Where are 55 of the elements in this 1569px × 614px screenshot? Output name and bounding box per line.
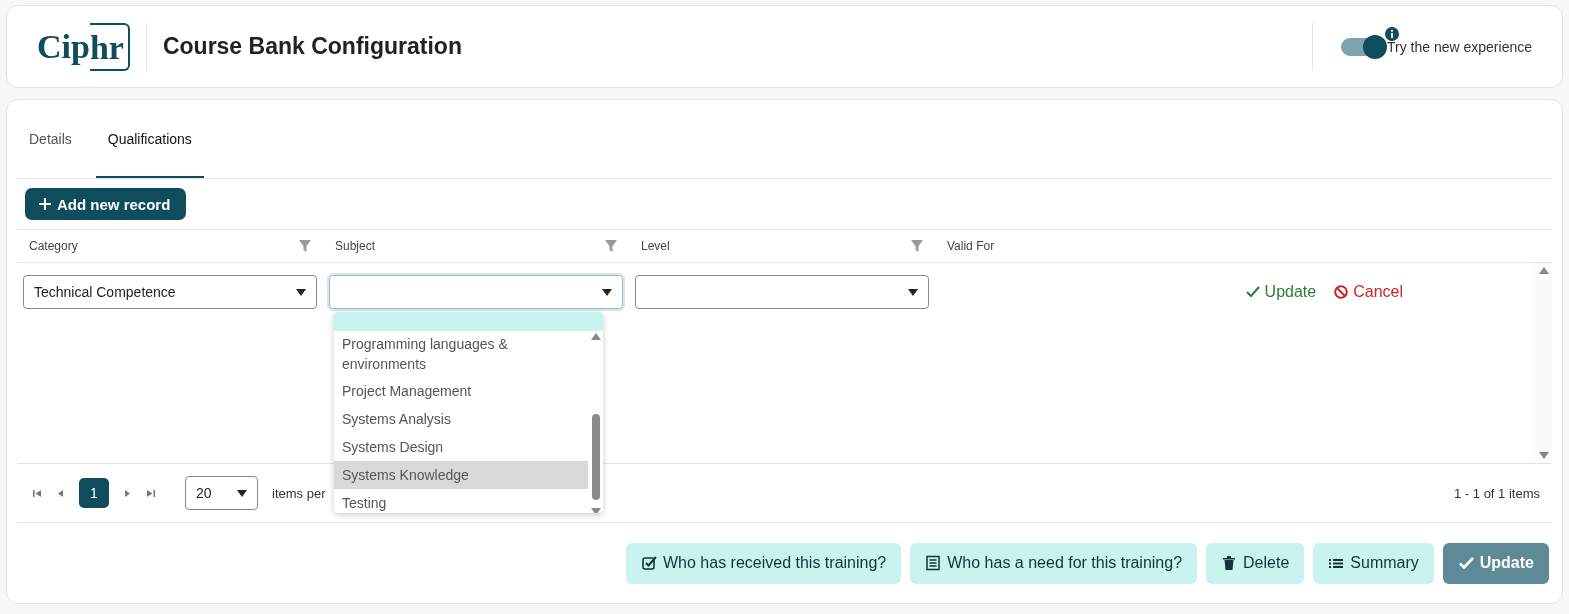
dropdown-field[interactable]: Technical Competence (23, 275, 317, 309)
logo: Ciphr (37, 22, 147, 71)
action-button[interactable]: Who has a need for this training? (910, 542, 1198, 584)
toggle-label: Try the new experience (1387, 38, 1532, 55)
dropdown-option[interactable]: Project Management (334, 377, 588, 405)
add-record-button[interactable]: Add new record (25, 188, 187, 220)
action-button[interactable]: Who has received this training? (626, 542, 902, 584)
first-page-icon[interactable] (33, 488, 42, 498)
dropdown-option[interactable]: Systems Design (334, 433, 588, 461)
filter-icon[interactable] (605, 240, 617, 252)
scroll-down-icon (1538, 452, 1549, 459)
prohibited-icon (1334, 285, 1349, 299)
update-link[interactable]: Update (1245, 283, 1317, 301)
filter-icon[interactable] (299, 240, 311, 252)
scroll-up-icon (1538, 267, 1549, 274)
previous-page-icon[interactable] (56, 488, 65, 498)
caret-down-icon (237, 489, 247, 497)
checkbox-icon (641, 555, 657, 571)
last-page-icon[interactable] (146, 488, 155, 498)
page-button[interactable]: 1 (79, 478, 109, 508)
caret-down-icon (602, 288, 612, 296)
caret-down-icon (908, 288, 918, 296)
cancel-link[interactable]: Cancel (1334, 283, 1403, 301)
action-button[interactable]: Summary (1313, 542, 1434, 584)
scrollbar[interactable] (1535, 263, 1552, 463)
list-document-icon (925, 555, 942, 571)
check-icon (1457, 555, 1474, 571)
column-header: Valid For (947, 239, 995, 253)
dropdown-option[interactable]: Systems Knowledge (334, 461, 588, 489)
caret-down-icon (296, 288, 306, 296)
dropdown-field[interactable] (635, 275, 929, 309)
update-button[interactable]: Update (1442, 542, 1549, 584)
page-size-dropdown[interactable]: 20 (185, 476, 258, 510)
column-header: Subject (335, 239, 376, 253)
scroll-up-icon (590, 333, 601, 340)
dropdown-field[interactable] (329, 275, 623, 309)
scroll-down-icon (590, 508, 601, 513)
check-icon (1245, 286, 1260, 298)
dropdown-option[interactable]: Testing (334, 489, 588, 513)
dropdown-option[interactable]: Systems Analysis (334, 405, 588, 433)
next-page-icon[interactable] (123, 488, 132, 498)
page-size-label: items per (272, 485, 326, 501)
scroll-thumb[interactable] (591, 414, 600, 500)
page-title: Course Bank Configuration (162, 33, 463, 60)
column-header: Level (641, 239, 670, 253)
action-button[interactable]: Delete (1206, 542, 1305, 584)
plus-icon (39, 198, 51, 210)
trash-icon (1221, 555, 1238, 571)
dropdown-option[interactable]: Programming languages & environments (334, 331, 588, 377)
filter-icon[interactable] (911, 240, 923, 252)
column-header: Category (29, 239, 78, 253)
info-icon (1385, 26, 1399, 41)
tab[interactable]: Details (17, 101, 84, 178)
pager-summary: 1 - 1 of 1 items (1454, 485, 1540, 501)
tab[interactable]: Qualifications (95, 101, 204, 178)
